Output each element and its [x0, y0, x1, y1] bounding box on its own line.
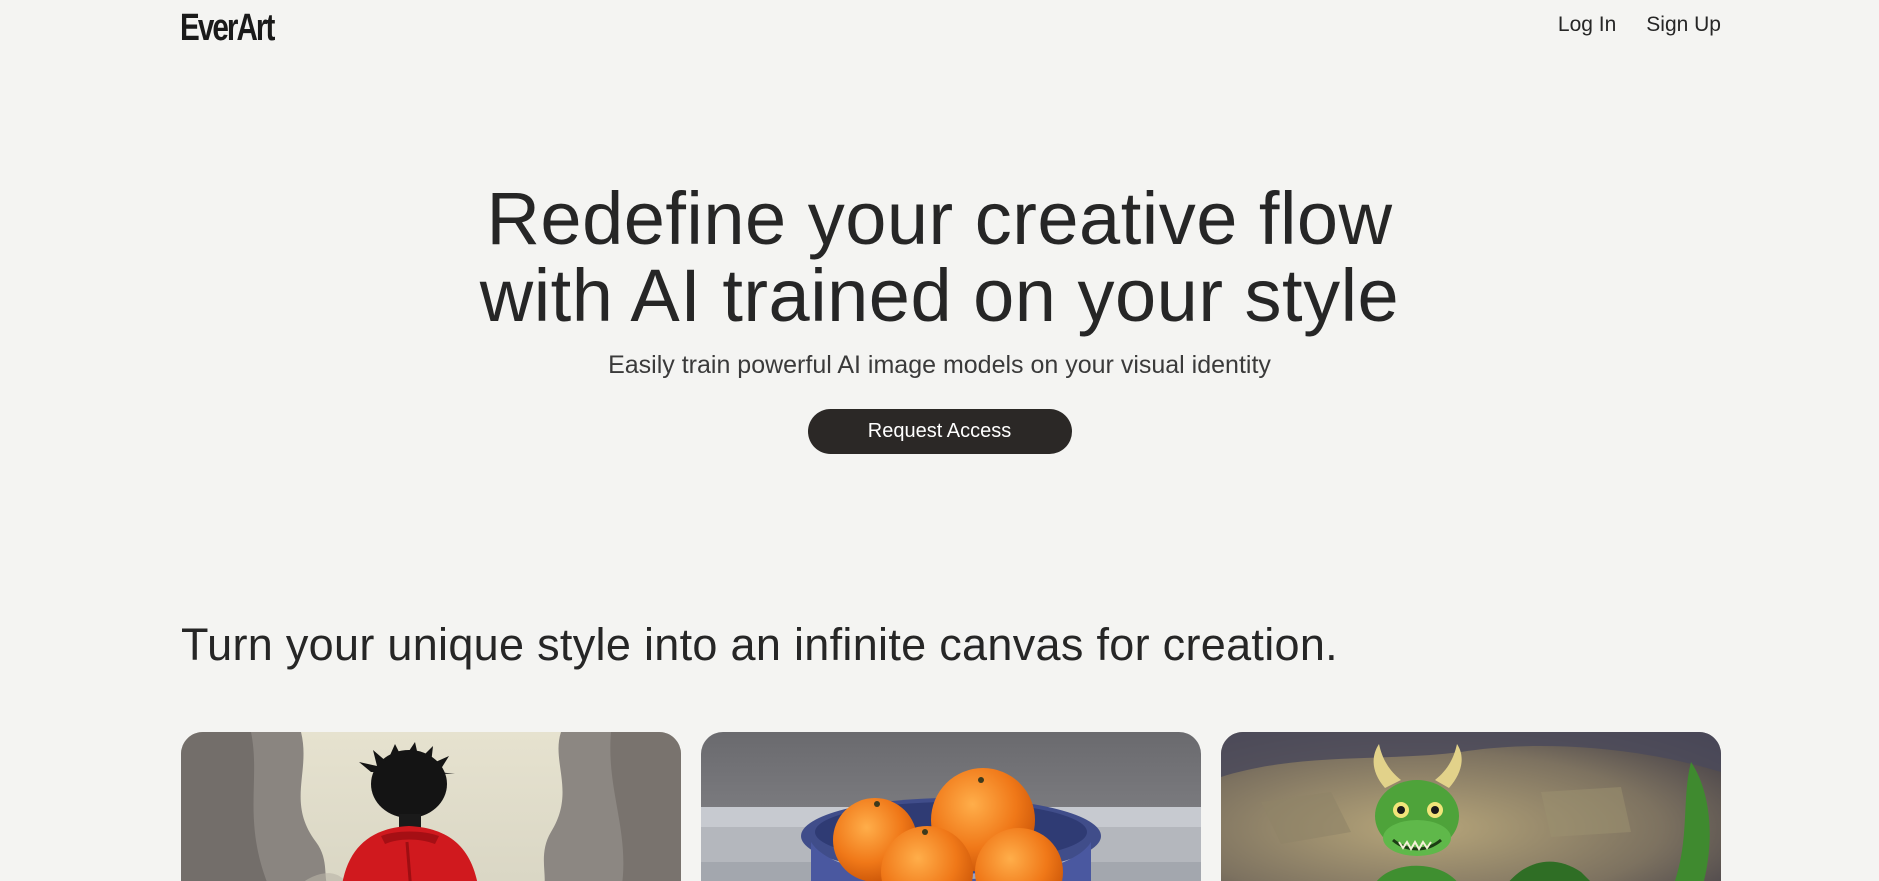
- top-nav: Log In Sign Up: [1558, 12, 1721, 38]
- site-header: EverArt Log In Sign Up: [0, 0, 1879, 56]
- section-title: Turn your unique style into an infinite …: [181, 619, 1338, 670]
- page: EverArt Log In Sign Up Redefine your cre…: [0, 0, 1879, 881]
- signup-link[interactable]: Sign Up: [1646, 12, 1721, 38]
- hero: Redefine your creative flow with AI trai…: [0, 180, 1879, 454]
- example-gallery: [181, 732, 1721, 881]
- gallery-card-dragon[interactable]: [1221, 732, 1721, 881]
- everart-logo[interactable]: EverArt: [180, 8, 275, 48]
- hero-title-line-1: Redefine your creative flow: [486, 177, 1393, 260]
- hero-subtitle: Easily train powerful AI image models on…: [608, 351, 1271, 379]
- oranges-bowl-image: [701, 732, 1201, 881]
- login-link[interactable]: Log In: [1558, 12, 1616, 38]
- anime-character-image: [181, 732, 681, 881]
- request-access-button[interactable]: Request Access: [807, 409, 1072, 454]
- gallery-card-oranges[interactable]: [701, 732, 1201, 881]
- hero-title: Redefine your creative flow with AI trai…: [0, 180, 1879, 334]
- gallery-card-anime[interactable]: [181, 732, 681, 881]
- green-dragon-image: [1221, 732, 1721, 881]
- hero-title-line-2: with AI trained on your style: [479, 254, 1400, 337]
